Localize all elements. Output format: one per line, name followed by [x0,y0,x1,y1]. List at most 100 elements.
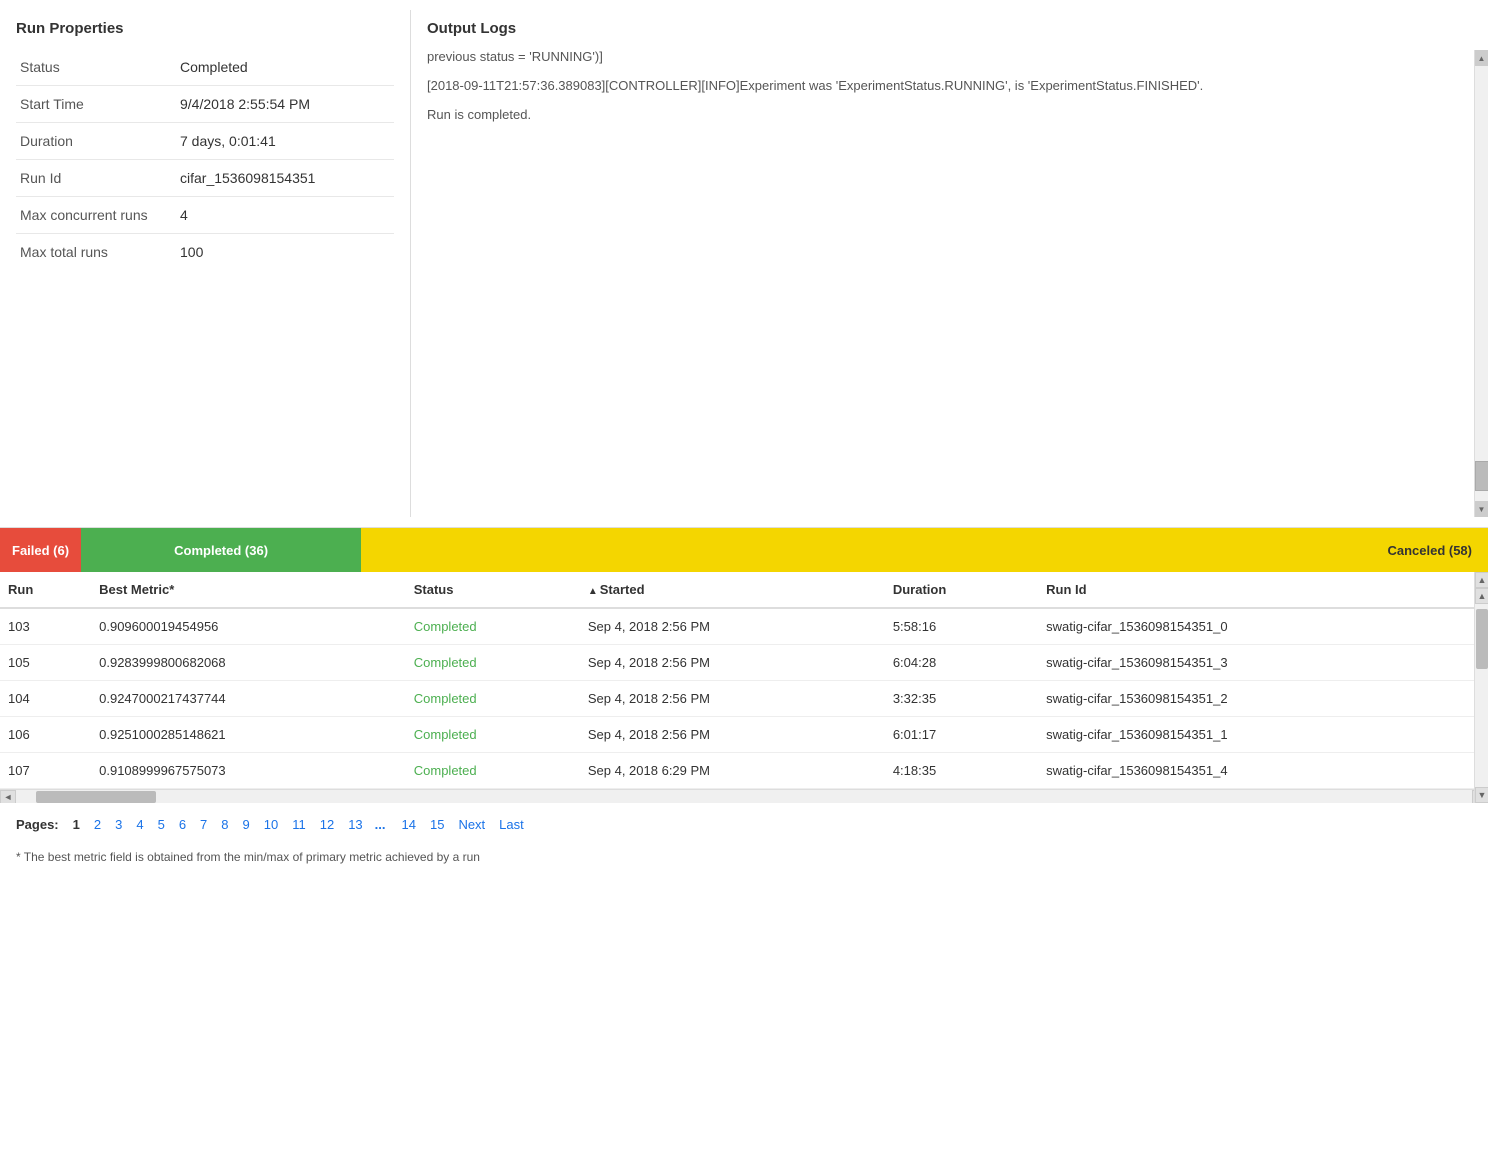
table-scroll-up2[interactable]: ▲ [1475,588,1488,604]
cell-run: 105 [0,645,91,681]
cell-bestMetric: 0.9247000217437744 [91,681,406,717]
cell-run: 107 [0,753,91,789]
cell-status: Completed [406,717,580,753]
prop-label: Run Id [16,160,176,197]
prop-value: 7 days, 0:01:41 [176,123,394,160]
cell-duration: 6:01:17 [885,717,1038,753]
col-header-runId: Run Id [1038,572,1474,608]
page-link-10[interactable]: 10 [258,815,284,834]
hscroll-thumb [36,791,156,803]
cell-duration: 5:58:16 [885,608,1038,645]
scroll-thumb [1475,461,1488,491]
table-row: 1040.9247000217437744CompletedSep 4, 201… [0,681,1474,717]
page-link-15[interactable]: 15 [424,815,450,834]
scroll-track-table [1475,604,1488,787]
cell-started: Sep 4, 2018 2:56 PM [580,681,885,717]
page-link-11[interactable]: 11 [286,815,312,834]
right-scrollbar[interactable]: ▲ ▲ ▼ [1474,572,1488,803]
prop-label: Duration [16,123,176,160]
cell-started: Sep 4, 2018 6:29 PM [580,753,885,789]
col-header-started[interactable]: ▲Started [580,572,885,608]
cell-bestMetric: 0.909600019454956 [91,608,406,645]
runs-table: RunBest Metric*Status▲StartedDurationRun… [0,572,1474,789]
col-header-duration: Duration [885,572,1038,608]
page-link-3[interactable]: 3 [109,815,128,834]
cell-runId: swatig-cifar_1536098154351_3 [1038,645,1474,681]
run-properties-title: Run Properties [16,20,394,37]
prop-label: Start Time [16,86,176,123]
pagination: Pages: 12345678910111213...1415NextLast [0,803,1488,846]
top-section: Run Properties StatusCompletedStart Time… [0,0,1488,528]
horizontal-scrollbar[interactable]: ◄ ► [0,789,1488,803]
status-canceled: Canceled (58) [361,528,1488,572]
table-row: 1070.9108999967575073CompletedSep 4, 201… [0,753,1474,789]
property-row: Start Time9/4/2018 2:55:54 PM [16,86,394,123]
footnote: * The best metric field is obtained from… [0,846,1488,872]
cell-runId: swatig-cifar_1536098154351_2 [1038,681,1474,717]
log-line: previous status = 'RUNNING')] [427,47,1464,68]
cell-run: 104 [0,681,91,717]
page-link-8[interactable]: 8 [215,815,234,834]
scroll-track [1475,66,1488,501]
prop-label: Max concurrent runs [16,197,176,234]
hscroll-track [16,790,1472,804]
prop-value: 100 [176,234,394,271]
property-row: Max total runs100 [16,234,394,271]
page-link-4[interactable]: 4 [130,815,149,834]
cell-started: Sep 4, 2018 2:56 PM [580,717,885,753]
table-row: 1060.9251000285148621CompletedSep 4, 201… [0,717,1474,753]
cell-started: Sep 4, 2018 2:56 PM [580,645,885,681]
scroll-down-btn[interactable]: ▼ [1475,501,1488,517]
prop-value: cifar_1536098154351 [176,160,394,197]
page-link-6[interactable]: 6 [173,815,192,834]
cell-duration: 4:18:35 [885,753,1038,789]
page-link-14[interactable]: 14 [396,815,422,834]
status-failed: Failed (6) [0,528,81,572]
scroll-up-btn[interactable]: ▲ [1475,50,1488,66]
page-link-1[interactable]: 1 [67,815,86,834]
table-scroll-up[interactable]: ▲ [1475,572,1488,588]
cell-runId: swatig-cifar_1536098154351_0 [1038,608,1474,645]
table-area: RunBest Metric*Status▲StartedDurationRun… [0,572,1488,803]
cell-duration: 6:04:28 [885,645,1038,681]
pagination-next[interactable]: Next [452,815,491,834]
log-content[interactable]: previous status = 'RUNNING')] [2018-09-11… [427,47,1472,507]
output-logs-panel: Output Logs previous status = 'RUNNING')… [410,10,1488,517]
status-bar: Failed (6) Completed (36) Canceled (58) [0,528,1488,572]
log-line: [2018-09-11T21:57:36.389083][CONTROLLER]… [427,76,1464,97]
table-row: 1050.9283999800682068CompletedSep 4, 201… [0,645,1474,681]
hscroll-left[interactable]: ◄ [0,790,16,804]
prop-value: 9/4/2018 2:55:54 PM [176,86,394,123]
output-logs-title: Output Logs [427,20,1472,37]
prop-value: Completed [176,49,394,86]
page-link-12[interactable]: 12 [314,815,340,834]
page-link-13[interactable]: 13 [342,815,368,834]
pagination-ellipsis: ... [371,815,390,834]
property-row: Run Idcifar_1536098154351 [16,160,394,197]
page-link-5[interactable]: 5 [152,815,171,834]
cell-bestMetric: 0.9283999800682068 [91,645,406,681]
cell-runId: swatig-cifar_1536098154351_1 [1038,717,1474,753]
page-link-7[interactable]: 7 [194,815,213,834]
table-scroll-down[interactable]: ▼ [1475,787,1488,803]
table-row: 1030.909600019454956CompletedSep 4, 2018… [0,608,1474,645]
col-header-status: Status [406,572,580,608]
cell-bestMetric: 0.9251000285148621 [91,717,406,753]
page-link-9[interactable]: 9 [237,815,256,834]
properties-table: StatusCompletedStart Time9/4/2018 2:55:5… [16,49,394,270]
run-properties-panel: Run Properties StatusCompletedStart Time… [0,10,410,517]
page-link-2[interactable]: 2 [88,815,107,834]
cell-status: Completed [406,608,580,645]
cell-bestMetric: 0.9108999967575073 [91,753,406,789]
log-scrollbar[interactable]: ▲ ▼ [1474,50,1488,517]
prop-value: 4 [176,197,394,234]
status-completed: Completed (36) [81,528,361,572]
cell-status: Completed [406,681,580,717]
property-row: Max concurrent runs4 [16,197,394,234]
cell-status: Completed [406,645,580,681]
cell-run: 106 [0,717,91,753]
prop-label: Max total runs [16,234,176,271]
log-line: Run is completed. [427,105,1464,126]
cell-duration: 3:32:35 [885,681,1038,717]
pagination-last[interactable]: Last [493,815,530,834]
